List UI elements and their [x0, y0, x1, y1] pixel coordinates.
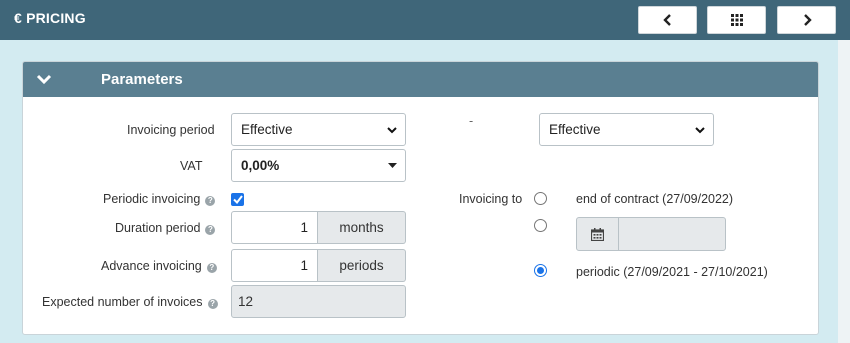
page-title: € PRICING — [14, 10, 86, 26]
expected-invoices-label: Expected number of invoices? — [42, 295, 218, 309]
expected-invoices-field: 12 — [231, 285, 406, 318]
periodic-invoicing-checkbox[interactable] — [231, 193, 244, 206]
previous-button[interactable] — [638, 6, 697, 34]
calendar-icon — [591, 227, 604, 241]
vat-label: VAT — [180, 159, 203, 173]
chevron-right-icon — [803, 14, 812, 26]
advance-invoicing-text: Advance invoicing — [101, 259, 202, 273]
parameters-panel: Parameters Invoicing period Effective - … — [22, 61, 819, 335]
periodic-option-label: periodic (27/09/2021 - 27/10/2021) — [576, 265, 768, 279]
radio-end-of-contract[interactable] — [534, 192, 547, 205]
invoicing-period-value: Effective — [241, 122, 293, 137]
vat-value: 0,00% — [241, 158, 280, 173]
panel-header[interactable]: Parameters — [23, 62, 818, 97]
calendar-button[interactable] — [577, 218, 619, 250]
duration-period-text: Duration period — [115, 221, 201, 235]
check-icon — [232, 195, 243, 204]
help-icon[interactable]: ? — [207, 299, 218, 309]
help-icon[interactable]: ? — [205, 196, 216, 206]
duration-period-input[interactable]: 1 — [231, 211, 318, 244]
expected-invoices-text: Expected number of invoices — [42, 295, 203, 309]
caret-down-icon — [388, 163, 397, 168]
invoicing-to-label: Invoicing to — [459, 192, 523, 206]
help-icon[interactable]: ? — [205, 225, 216, 235]
custom-date-field[interactable] — [576, 217, 726, 251]
second-period-select[interactable]: Effective — [539, 113, 714, 146]
advance-invoicing-label: Advance invoicing? — [101, 259, 217, 273]
help-icon[interactable]: ? — [206, 263, 217, 273]
advance-unit-addon: periods — [318, 249, 406, 282]
chevron-down-icon[interactable] — [36, 73, 52, 85]
invoicing-period-select[interactable]: Effective — [231, 113, 406, 146]
radio-custom-date[interactable] — [534, 219, 547, 232]
invoicing-period-label: Invoicing period — [127, 123, 215, 137]
period-separator: - — [469, 114, 474, 128]
end-of-contract-label: end of contract (27/09/2022) — [576, 192, 734, 206]
grid-view-button[interactable] — [707, 6, 766, 34]
top-bar: € PRICING — [0, 0, 850, 40]
duration-period-label: Duration period? — [115, 221, 216, 235]
vat-select[interactable]: 0,00% — [231, 149, 406, 182]
periodic-invoicing-text: Periodic invoicing — [103, 192, 201, 206]
next-button[interactable] — [777, 6, 836, 34]
chevron-left-icon — [662, 14, 671, 26]
panel-title: Parameters — [101, 71, 183, 88]
advance-invoicing-input[interactable]: 1 — [231, 249, 318, 282]
radio-periodic[interactable] — [534, 264, 547, 277]
duration-unit-addon: months — [318, 211, 406, 244]
periodic-invoicing-label: Periodic invoicing? — [103, 192, 216, 206]
second-period-value: Effective — [549, 122, 601, 137]
scrollbar-track[interactable] — [838, 40, 850, 343]
grid-icon — [730, 14, 743, 26]
chevron-down-icon — [387, 127, 397, 134]
chevron-down-icon — [695, 127, 705, 134]
